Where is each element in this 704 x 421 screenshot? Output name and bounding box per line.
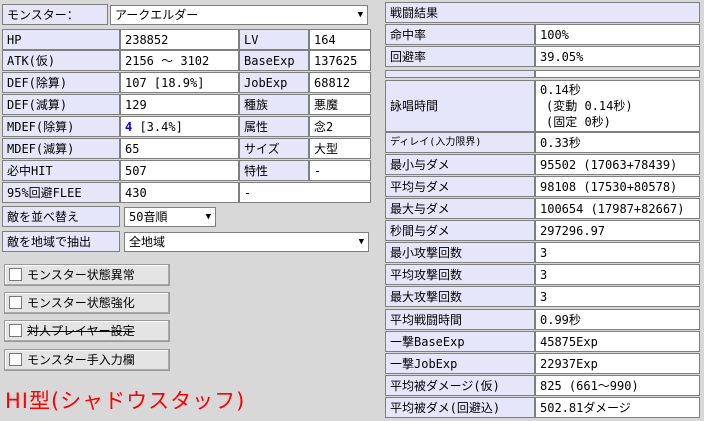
max-hits-value: 3 — [535, 286, 700, 307]
avg-taken-damage-evade-value: 502.81ダメージ — [535, 397, 700, 418]
monster-select[interactable]: アークエルダー ▼ — [110, 5, 368, 25]
sort-select-value: 50音順 — [129, 210, 168, 224]
race-label: 種族 — [239, 94, 309, 115]
race-value: 悪魔 — [309, 94, 371, 115]
chevron-down-icon: ▼ — [358, 237, 364, 247]
checkbox-label: モンスター手入力欄 — [27, 353, 135, 367]
max-hits-label: 最大攻撃回数 — [385, 286, 535, 307]
mdef-sub-label: MDEF(減算) — [2, 138, 120, 159]
hit-value: 507 — [120, 160, 239, 181]
mdef-div-value: 4 [3.4%] — [120, 116, 239, 137]
max-damage-label: 最大与ダメ — [385, 198, 535, 219]
delay-label: ディレイ(入力限界) — [385, 132, 535, 153]
monster-manual-input-toggle[interactable]: モンスター手入力欄 — [4, 349, 170, 371]
lv-value: 164 — [309, 29, 371, 50]
max-damage-value: 100654 (17987+82667) — [535, 198, 700, 219]
onehit-jobexp-label: 一撃JobExp — [385, 353, 535, 374]
sort-select[interactable]: 50音順 ▼ — [124, 207, 216, 227]
checkbox-label: 対人プレイヤー設定 — [27, 324, 135, 338]
atk-value: 2156 ～ 3102 — [120, 50, 239, 71]
avg-hits-label: 平均攻撃回数 — [385, 264, 535, 285]
flee-label: 95%回避FLEE — [2, 182, 120, 203]
monster-select-value: アークエルダー — [115, 8, 199, 22]
checkbox[interactable] — [9, 296, 22, 309]
flee-value: 430 — [120, 182, 239, 203]
evade-rate-value: 39.05% — [535, 46, 700, 67]
hit-rate-value: 100% — [535, 24, 700, 45]
cast-time-value: 0.14秒 (変動 0.14秒) (固定 0秒) — [535, 80, 700, 132]
chevron-down-icon: ▼ — [205, 212, 211, 222]
build-note: HI型(シャドウスタッフ) — [5, 389, 246, 413]
avg-taken-damage-value: 825 (661～990) — [535, 375, 700, 396]
min-damage-value: 95502 (17063+78439) — [535, 154, 700, 175]
region-select[interactable]: 全地域 ▼ — [124, 232, 369, 252]
region-label: 敵を地域で抽出 — [2, 231, 120, 252]
evade-rate-label: 回避率 — [385, 46, 535, 67]
checkbox-label: モンスター状態異常 — [27, 268, 135, 282]
element-label: 属性 — [239, 116, 309, 137]
avg-hits-value: 3 — [535, 264, 700, 285]
avg-damage-value: 98108 (17530+80578) — [535, 176, 700, 197]
spacer-cell — [535, 70, 700, 78]
def-div-label: DEF(除算) — [2, 72, 120, 93]
def-div-value: 107 [18.9%] — [120, 72, 239, 93]
chevron-down-icon: ▼ — [357, 10, 363, 20]
battle-results-title: 戦闘結果 — [385, 2, 700, 23]
dps-label: 秒間与ダメ — [385, 220, 535, 241]
lv-label: LV — [239, 29, 309, 50]
jobexp-value: 68812 — [309, 72, 371, 93]
region-select-value: 全地域 — [129, 235, 166, 249]
checkbox[interactable] — [9, 324, 22, 337]
hp-value: 238852 — [120, 29, 239, 50]
onehit-jobexp-value: 22937Exp — [535, 353, 700, 374]
onehit-baseexp-value: 45875Exp — [535, 331, 700, 352]
checkbox-label: モンスター状態強化 — [27, 296, 135, 310]
avg-damage-label: 平均与ダメ — [385, 176, 535, 197]
cast-time-label: 詠唱時間 — [385, 80, 535, 132]
hit-label: 必中HIT — [2, 160, 120, 181]
mdef-div-label: MDEF(除算) — [2, 116, 120, 137]
spacer-cell — [385, 70, 535, 78]
monster-status-buff-toggle[interactable]: モンスター状態強化 — [4, 292, 170, 314]
def-sub-label: DEF(減算) — [2, 94, 120, 115]
flee-extra-value: - — [239, 182, 371, 203]
monster-status-ailment-toggle[interactable]: モンスター状態異常 — [4, 264, 170, 286]
element-value: 念2 — [309, 116, 371, 137]
min-hits-value: 3 — [535, 242, 700, 263]
avg-battle-time-label: 平均戦闘時間 — [385, 309, 535, 330]
baseexp-value: 137625 — [309, 50, 371, 71]
mdef-div-percent: [3.4%] — [132, 120, 183, 134]
jobexp-label: JobExp — [239, 72, 309, 93]
delay-value: 0.33秒 — [535, 132, 700, 153]
avg-battle-time-value: 0.99秒 — [535, 309, 700, 330]
monster-label: モンスター： — [2, 4, 108, 25]
checkbox[interactable] — [9, 268, 22, 281]
mdef-sub-value: 65 — [120, 138, 239, 159]
cast-time-fixed: (固定 0秒) — [546, 115, 611, 129]
trait-label: 特性 — [239, 160, 309, 181]
checkbox[interactable] — [9, 353, 22, 366]
avg-taken-damage-label: 平均被ダメージ(仮) — [385, 375, 535, 396]
min-damage-label: 最小与ダメ — [385, 154, 535, 175]
onehit-baseexp-label: 一撃BaseExp — [385, 331, 535, 352]
baseexp-label: BaseExp — [239, 50, 309, 71]
size-label: サイズ — [239, 138, 309, 159]
hit-rate-label: 命中率 — [385, 24, 535, 45]
avg-taken-damage-evade-label: 平均被ダメ(回避込) — [385, 397, 535, 418]
hp-label: HP — [2, 29, 120, 50]
size-value: 大型 — [309, 138, 371, 159]
min-hits-label: 最小攻撃回数 — [385, 242, 535, 263]
atk-label: ATK(仮) — [2, 50, 120, 71]
trait-value: - — [309, 160, 371, 181]
dps-value: 297296.97 — [535, 220, 700, 241]
sort-label: 敵を並べ替え — [2, 206, 120, 227]
cast-time-total: 0.14秒 — [540, 83, 581, 97]
pvp-player-settings-toggle[interactable]: 対人プレイヤー設定 — [4, 320, 170, 342]
cast-time-variable: (変動 0.14秒) — [546, 99, 633, 113]
def-sub-value: 129 — [120, 94, 239, 115]
